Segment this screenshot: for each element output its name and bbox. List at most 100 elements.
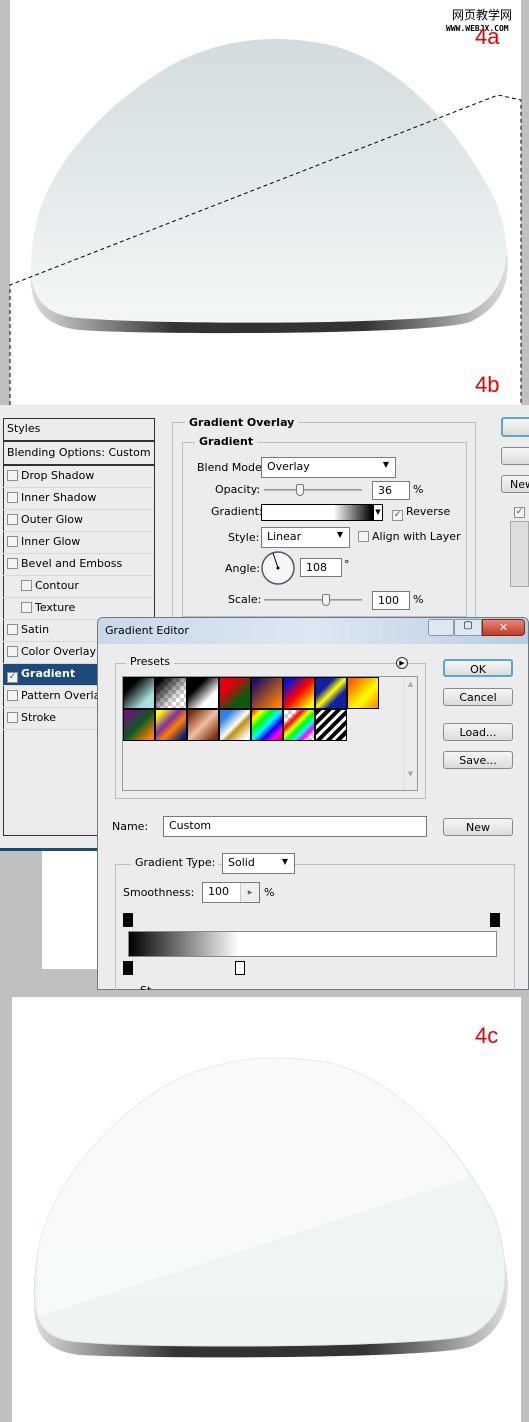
smoothness-unit: % xyxy=(264,886,275,899)
dialog-title: Gradient Editor xyxy=(105,624,189,637)
style-item-label: Satin xyxy=(21,623,50,636)
style-item-label: Texture xyxy=(35,601,76,614)
ok-button[interactable]: OK xyxy=(443,659,513,677)
style-item-label: Stroke xyxy=(21,711,57,724)
scroll-up-icon[interactable]: ▲ xyxy=(404,680,417,688)
gradient-preset-swatch[interactable] xyxy=(155,677,187,709)
new-style-button[interactable]: New xyxy=(501,475,529,493)
reverse-checkbox[interactable]: ✓ Reverse xyxy=(392,505,450,521)
color-stop-black[interactable] xyxy=(123,961,133,975)
gradient-preset-swatch[interactable] xyxy=(251,677,283,709)
gradient-preview[interactable] xyxy=(261,504,373,521)
checkbox-checked-icon: ✓ xyxy=(392,510,403,521)
style-select[interactable]: Linear ▼ xyxy=(261,527,350,548)
new-button[interactable]: New xyxy=(443,818,513,836)
checkbox-icon[interactable] xyxy=(7,624,18,635)
presets-menu-arrow-icon[interactable]: ▶ xyxy=(396,657,408,669)
name-input[interactable]: Custom xyxy=(163,816,427,837)
angle-dial[interactable] xyxy=(260,550,296,586)
checkbox-icon[interactable] xyxy=(7,690,18,701)
chevron-down-icon: ▼ xyxy=(281,857,288,866)
cancel-button[interactable] xyxy=(501,447,529,465)
style-item[interactable]: Drop Shadow xyxy=(3,466,154,488)
gradient-preset-swatch[interactable] xyxy=(219,709,251,741)
gradient-preset-swatch[interactable] xyxy=(283,677,315,709)
gradient-preset-swatch[interactable] xyxy=(251,709,283,741)
gradient-preset-swatch[interactable] xyxy=(347,677,379,709)
checkbox-icon[interactable] xyxy=(7,712,18,723)
style-item[interactable]: Bevel and Emboss xyxy=(3,554,154,576)
gradient-bar[interactable] xyxy=(128,931,497,957)
gradient-preset-swatch[interactable] xyxy=(219,677,251,709)
minimize-icon[interactable] xyxy=(428,619,454,636)
checkbox-icon[interactable] xyxy=(7,536,18,547)
gradient-preset-swatch[interactable] xyxy=(187,709,219,741)
gradient-preset-swatch[interactable] xyxy=(315,709,347,741)
preview-swatch xyxy=(510,521,529,587)
style-item-label: Pattern Overlay xyxy=(21,689,107,702)
style-label: Style: xyxy=(228,531,260,544)
checkbox-icon[interactable] xyxy=(7,646,18,657)
gradient-editor-dialog: Gradient Editor ▢ ✕ Presets ▶ ▲ ▼ OK Canc… xyxy=(97,617,529,1004)
color-stop-white[interactable] xyxy=(235,961,245,975)
gradient-preset-swatch[interactable] xyxy=(187,677,219,709)
scale-slider[interactable] xyxy=(264,594,362,606)
slider-thumb[interactable] xyxy=(322,594,330,606)
gradient-type-select[interactable]: Solid ▼ xyxy=(222,853,295,874)
opacity-stop-right[interactable] xyxy=(490,913,500,927)
gradient-preset-swatch[interactable] xyxy=(123,677,155,709)
scale-input[interactable]: 100 xyxy=(372,591,410,610)
section-title: Gradient Overlay xyxy=(185,416,299,429)
maximize-icon[interactable]: ▢ xyxy=(454,619,482,636)
gradient-dropdown-chevron-icon[interactable]: ▼ xyxy=(373,504,383,521)
angle-label: Angle: xyxy=(225,562,261,575)
blend-mode-value: Overlay xyxy=(267,460,310,473)
blob-shape-4a xyxy=(9,39,522,405)
presets-scrollbar[interactable]: ▲ ▼ xyxy=(403,677,417,790)
load-button[interactable]: Load... xyxy=(443,723,513,741)
slider-thumb[interactable] xyxy=(296,484,304,496)
style-item[interactable]: Contour xyxy=(3,576,154,598)
checkbox-icon[interactable] xyxy=(7,514,18,525)
chevron-down-icon: ▼ xyxy=(382,460,389,469)
opacity-slider[interactable] xyxy=(264,484,362,496)
step-label-4b: 4b xyxy=(475,372,500,397)
checkbox-checked-icon: ✓ xyxy=(514,507,525,518)
gradient-preset-swatch[interactable] xyxy=(155,709,187,741)
stepper-arrow-icon[interactable]: ▶ xyxy=(240,883,259,902)
style-item[interactable]: Inner Glow xyxy=(3,532,154,554)
checkbox-checked-icon[interactable]: ✓ xyxy=(7,672,18,683)
style-item[interactable]: Outer Glow xyxy=(3,510,154,532)
save-button[interactable]: Save... xyxy=(443,751,513,769)
styles-header[interactable]: Styles xyxy=(4,419,154,442)
scale-label: Scale: xyxy=(228,593,262,606)
checkbox-icon[interactable] xyxy=(7,492,18,503)
ok-button[interactable] xyxy=(501,417,529,437)
checkbox-icon[interactable] xyxy=(21,580,32,591)
presets-label: Presets xyxy=(126,655,175,668)
style-item[interactable]: ✓ Gradient Ove xyxy=(3,664,100,700)
blend-mode-select[interactable]: Overlay ▼ xyxy=(261,457,396,478)
canvas-edge xyxy=(0,851,42,969)
scroll-down-icon[interactable]: ▼ xyxy=(404,770,417,778)
group-title: Gradient xyxy=(195,435,258,448)
opacity-input[interactable]: 36 xyxy=(372,481,410,500)
checkbox-icon[interactable] xyxy=(7,470,18,481)
style-value: Linear xyxy=(267,530,302,543)
smoothness-label: Smoothness: xyxy=(123,886,195,899)
checkbox-icon[interactable] xyxy=(7,558,18,569)
gradient-preset-swatch[interactable] xyxy=(283,709,315,741)
close-icon[interactable]: ✕ xyxy=(482,619,525,636)
checkbox-icon[interactable] xyxy=(21,602,32,613)
angle-input[interactable]: 108 xyxy=(300,558,342,577)
cancel-button[interactable]: Cancel xyxy=(443,688,513,706)
align-with-layer-checkbox[interactable]: Align with Layer xyxy=(358,530,461,543)
gradient-preset-swatch[interactable] xyxy=(315,677,347,709)
canvas-edge xyxy=(0,969,97,990)
gradient-preset-swatch[interactable] xyxy=(123,709,155,741)
style-item[interactable]: Inner Shadow xyxy=(3,488,154,510)
opacity-stop-left[interactable] xyxy=(123,913,133,927)
blending-options[interactable]: Blending Options: Custom xyxy=(4,442,154,466)
smoothness-input[interactable]: 100 ▶ xyxy=(202,882,260,903)
preview-checkbox[interactable]: ✓ xyxy=(514,502,528,518)
